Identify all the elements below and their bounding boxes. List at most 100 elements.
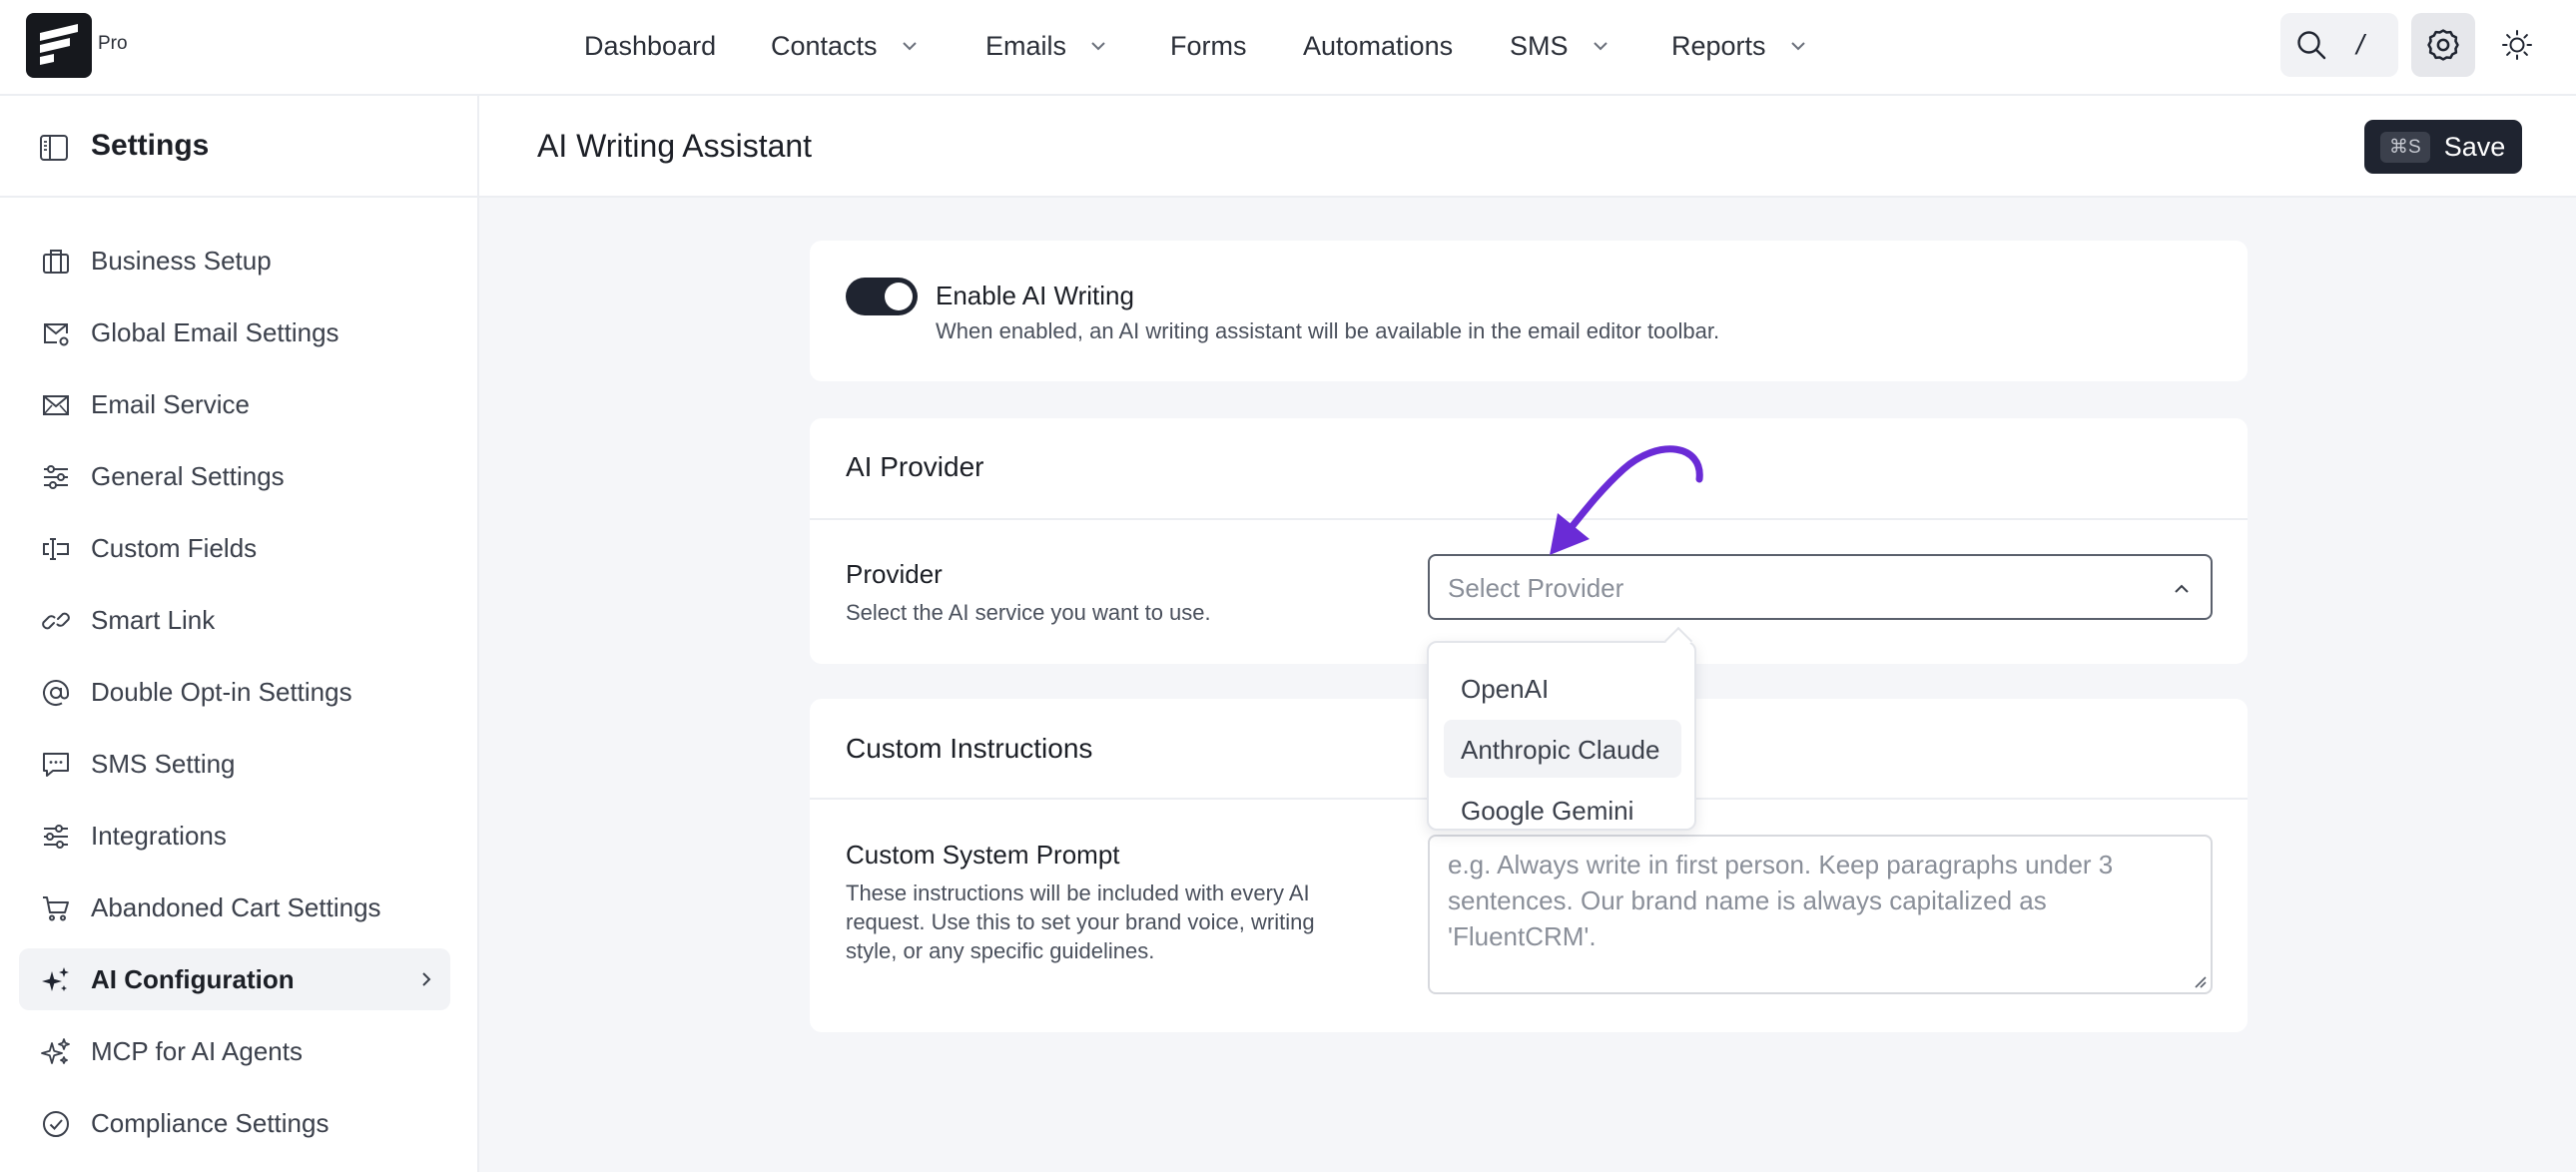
provider-dropdown-menu: OpenAI Anthropic Claude Google Gemini [1427,626,1696,831]
mail-send-icon [43,395,69,415]
sidebar-item-label: Abandoned Cart Settings [91,892,381,922]
textarea-placeholder-line: e.g. Always write in first person. Keep … [1448,850,2114,879]
sliders-icon [44,825,68,849]
provider-option-google-gemini[interactable]: Google Gemini [1444,781,1681,839]
custom-instructions-heading: Custom Instructions [846,733,1093,764]
search-icon [2297,31,2326,60]
nav-dashboard[interactable]: Dashboard [584,26,716,66]
sidebar-toggle-icon[interactable] [38,132,70,164]
provider-select-placeholder: Select Provider [1448,573,1624,603]
nav-label: SMS [1510,30,1569,61]
annotation-arrow-icon [1550,445,1703,555]
settings-button[interactable] [2411,13,2475,77]
description-line: style, or any specific guidelines. [846,938,1155,963]
settings-sidebar: Settings Business Setup Global Email Set… [0,96,479,1172]
description-line: These instructions will be included with… [846,880,1310,905]
sidebar-header: Settings [0,96,477,198]
top-navigation: Pro Dashboard Contacts Emails Forms Auto… [0,0,2576,96]
textarea-placeholder-line: sentences. Our brand name is always capi… [1448,885,2047,915]
sidebar-item-label: Smart Link [91,605,216,635]
page-header: AI Writing Assistant ⌘S Save [479,96,2576,198]
nav-label: Dashboard [584,30,717,61]
sidebar-item-custom-fields[interactable]: Custom Fields [19,517,450,579]
textarea-placeholder-line: 'FluentCRM'. [1448,921,1597,951]
sidebar-item-label: Custom Fields [91,533,258,563]
briefcase-icon [43,250,69,274]
sidebar-item-compliance-settings[interactable]: Compliance Settings [19,1092,450,1154]
at-sign-icon [43,680,69,706]
message-icon [43,753,69,777]
sidebar-item-label: MCP for AI Agents [91,1036,303,1066]
link-icon [42,612,70,630]
sidebar-item-global-email-settings[interactable]: Global Email Settings [19,301,450,363]
logo-mark-icon [40,24,78,65]
sidebar-item-label: Compliance Settings [91,1108,329,1138]
nav-label: Contacts [771,30,878,61]
app-logo[interactable] [26,13,92,78]
save-button[interactable]: ⌘S Save [2364,120,2522,174]
sidebar-item-label: Double Opt-in Settings [91,677,352,707]
sidebar-item-sms-setting[interactable]: SMS Setting [19,733,450,795]
nav-label: Automations [1303,30,1454,61]
sidebar-item-email-service[interactable]: Email Service [19,373,450,435]
nav-emails[interactable]: Emails [985,26,1108,66]
check-circle-icon [43,1111,69,1137]
sidebar-item-label: Integrations [91,821,227,851]
toggle-knob [885,283,913,310]
sidebar-item-abandoned-cart-settings[interactable]: Abandoned Cart Settings [19,877,450,938]
system-prompt-label: Custom System Prompt [846,840,1120,870]
provider-option-openai[interactable]: OpenAI [1444,659,1681,717]
nav-label: Emails [985,30,1067,61]
pro-badge: Pro [98,33,128,54]
save-shortcut-key: ⌘S [2380,131,2430,163]
sparkles-icon [41,1038,70,1064]
nav-reports[interactable]: Reports [1671,26,1808,66]
chevron-up-icon [2175,584,2189,593]
provider-label: Provider [846,559,943,589]
sidebar-item-label: Business Setup [91,246,272,276]
sidebar-item-double-opt-in-settings[interactable]: Double Opt-in Settings [19,661,450,723]
enable-ai-toggle[interactable] [846,278,918,315]
system-prompt-textarea[interactable]: e.g. Always write in first person. Keep … [1428,835,2213,994]
sidebar-item-label: Email Service [91,389,250,419]
sidebar-title: Settings [91,129,210,162]
search-button[interactable]: / [2280,13,2398,77]
nav-forms[interactable]: Forms [1170,26,1247,66]
provider-option-anthropic-claude[interactable]: Anthropic Claude [1444,720,1681,778]
provider-description: Select the AI service you want to use. [846,600,1211,625]
nav-label: Forms [1170,30,1247,61]
description-line: request. Use this to set your brand voic… [846,909,1315,934]
chevron-down-icon [1790,42,1805,51]
sidebar-item-label: General Settings [91,461,285,491]
enable-ai-title: Enable AI Writing [936,281,1134,310]
sidebar-item-integrations[interactable]: Integrations [19,805,450,867]
sidebar-item-smart-link[interactable]: Smart Link [19,589,450,651]
sidebar-item-ai-configuration[interactable]: AI Configuration [19,948,450,1010]
page-title: AI Writing Assistant [537,128,813,164]
sun-icon[interactable] [2500,28,2534,62]
sliders-icon [44,465,68,489]
sidebar-item-label: SMS Setting [91,749,236,779]
sidebar-item-label: AI Configuration [91,964,295,994]
resize-handle-icon[interactable] [2192,973,2208,989]
nav-automations[interactable]: Automations [1303,26,1453,66]
enable-ai-card: Enable AI Writing When enabled, an AI wr… [810,241,2248,381]
sidebar-item-general-settings[interactable]: General Settings [19,445,450,507]
sparkles-icon [42,967,69,991]
chevron-down-icon [1593,42,1608,51]
chevron-down-icon [902,42,917,51]
enable-ai-description: When enabled, an AI writing assistant wi… [936,318,1720,343]
nav-contacts[interactable]: Contacts [771,26,920,66]
system-prompt-description: These instructions will be included with… [846,879,1315,965]
mail-settings-icon [44,323,69,346]
ai-provider-heading: AI Provider [846,451,984,482]
cart-icon [43,896,69,921]
nav-label: Reports [1671,30,1766,61]
sidebar-item-mcp-for-ai-agents[interactable]: MCP for AI Agents [19,1020,450,1082]
chevron-right-icon [422,972,431,986]
sidebar-item-business-setup[interactable]: Business Setup [19,230,450,292]
save-label: Save [2443,131,2506,162]
text-field-icon [43,538,69,560]
nav-sms[interactable]: SMS [1510,26,1610,66]
chevron-down-icon [1091,42,1105,51]
